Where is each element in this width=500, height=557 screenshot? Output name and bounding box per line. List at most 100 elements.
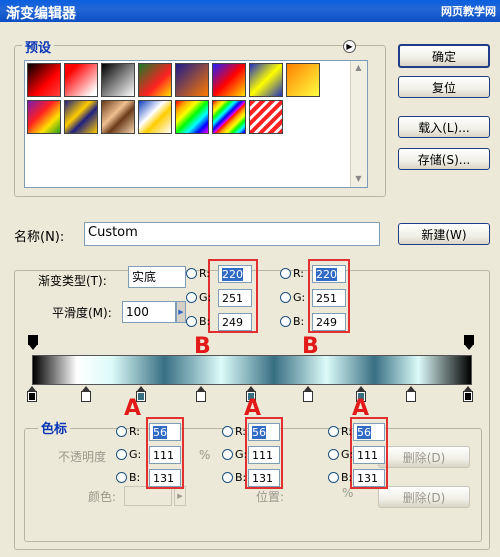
presets-label: 预设 (22, 37, 55, 56)
b-row: B: 131 (116, 469, 186, 487)
ok-button[interactable]: 确定 (398, 44, 490, 68)
g-row: G: 111 (328, 446, 398, 464)
b-field[interactable]: 131 (248, 469, 280, 487)
r-field[interactable]: 56 (248, 423, 280, 441)
preset-swatch[interactable] (101, 100, 135, 134)
g-label: G: (235, 448, 248, 461)
smoothness-arrow-icon[interactable]: ▶ (176, 301, 186, 323)
g-label: G: (199, 291, 212, 304)
preset-swatch[interactable] (138, 100, 172, 134)
b-radio[interactable] (222, 472, 233, 483)
reset-button[interactable]: 复位 (398, 76, 490, 98)
g-label: G: (293, 291, 306, 304)
color-stop[interactable] (81, 386, 91, 402)
r-value: 220 (316, 268, 337, 281)
r-radio[interactable] (328, 426, 339, 437)
r-row: R: 56 (328, 423, 398, 441)
window-title: 渐变编辑器 (6, 6, 76, 22)
r-value: 220 (222, 268, 243, 281)
presets-menu-button[interactable]: ▶ (343, 40, 356, 53)
b-radio[interactable] (280, 316, 291, 327)
b-radio[interactable] (116, 472, 127, 483)
b-label: B: (341, 471, 353, 484)
g-field[interactable]: 111 (353, 446, 385, 464)
save-button[interactable]: 存储(S)... (398, 148, 490, 170)
preset-swatch[interactable] (64, 63, 98, 97)
color-stop[interactable] (303, 386, 313, 402)
b-field[interactable]: 131 (149, 469, 181, 487)
gradient-bar[interactable] (32, 355, 472, 385)
delete-color-button: 删除(D) (378, 486, 470, 508)
r-radio[interactable] (222, 426, 233, 437)
color-stop[interactable] (27, 386, 37, 402)
color-arrow-icon: ▶ (174, 486, 186, 506)
g-radio[interactable] (328, 449, 339, 460)
preset-swatch[interactable] (249, 63, 283, 97)
opacity-stop-right[interactable] (464, 335, 474, 353)
b-label: B: (129, 471, 141, 484)
g-field[interactable]: 111 (248, 446, 280, 464)
g-radio[interactable] (222, 449, 233, 460)
name-field[interactable]: Custom (84, 222, 380, 246)
g-label: G: (129, 448, 142, 461)
g-field[interactable]: 111 (149, 446, 181, 464)
r-radio[interactable] (280, 268, 291, 279)
g-field[interactable]: 251 (218, 289, 252, 307)
r-field[interactable]: 220 (312, 265, 346, 283)
preset-swatch[interactable] (27, 100, 61, 134)
presets-scrollbar[interactable]: ▲ ▼ (350, 61, 367, 187)
preset-swatch[interactable] (286, 63, 320, 97)
r-label: R: (341, 425, 353, 438)
b-field[interactable]: 131 (353, 469, 385, 487)
location-label: 位置: (256, 490, 285, 504)
marker-a: A (352, 396, 370, 421)
marker-a: A (244, 396, 262, 421)
smoothness-field[interactable]: 100 (122, 301, 176, 323)
r-field[interactable]: 220 (218, 265, 252, 283)
gradient-type-select[interactable]: 实底 (128, 266, 186, 288)
g-radio[interactable] (116, 449, 127, 460)
r-radio[interactable] (186, 268, 197, 279)
scroll-down-icon[interactable]: ▼ (353, 174, 364, 185)
color-stop[interactable] (406, 386, 416, 402)
scroll-up-icon[interactable]: ▲ (353, 63, 364, 74)
load-button[interactable]: 载入(L)... (398, 116, 490, 138)
opacity-stop-left[interactable] (28, 335, 38, 353)
preset-swatch[interactable] (175, 63, 209, 97)
b-row: B: 131 (328, 469, 398, 487)
r-label: R: (293, 267, 305, 280)
b-radio[interactable] (186, 316, 197, 327)
gradient-type-label: 渐变类型(T): (38, 274, 107, 288)
r-label: R: (129, 425, 141, 438)
r-value: 56 (153, 426, 167, 439)
g-label: G: (341, 448, 354, 461)
b-field[interactable]: 249 (218, 313, 252, 331)
g-field[interactable]: 251 (312, 289, 346, 307)
preset-swatch[interactable] (212, 100, 246, 134)
r-radio[interactable] (116, 426, 127, 437)
r-field[interactable]: 56 (149, 423, 181, 441)
r-field[interactable]: 56 (353, 423, 385, 441)
watermark-line1: 网页教学网 (441, 5, 496, 18)
marker-a: A (124, 396, 142, 421)
g-radio[interactable] (280, 292, 291, 303)
preset-swatch[interactable] (175, 100, 209, 134)
b-label: B: (293, 315, 305, 328)
g-radio[interactable] (186, 292, 197, 303)
b-field[interactable]: 249 (312, 313, 346, 331)
new-button[interactable]: 新建(W) (398, 223, 490, 245)
b-radio[interactable] (328, 472, 339, 483)
preset-swatch[interactable] (249, 100, 283, 134)
r-label: R: (235, 425, 247, 438)
color-label: 颜色: (88, 490, 117, 504)
color-stop[interactable] (196, 386, 206, 402)
preset-swatch[interactable] (138, 63, 172, 97)
color-stop[interactable] (463, 386, 473, 402)
preset-swatch[interactable] (101, 63, 135, 97)
preset-swatch[interactable] (64, 100, 98, 134)
r-row: R: 56 (116, 423, 186, 441)
preset-swatch[interactable] (212, 63, 246, 97)
title-bar: 渐变编辑器 网页教学网 (0, 0, 500, 22)
r-value: 56 (357, 426, 371, 439)
preset-swatch[interactable] (27, 63, 61, 97)
